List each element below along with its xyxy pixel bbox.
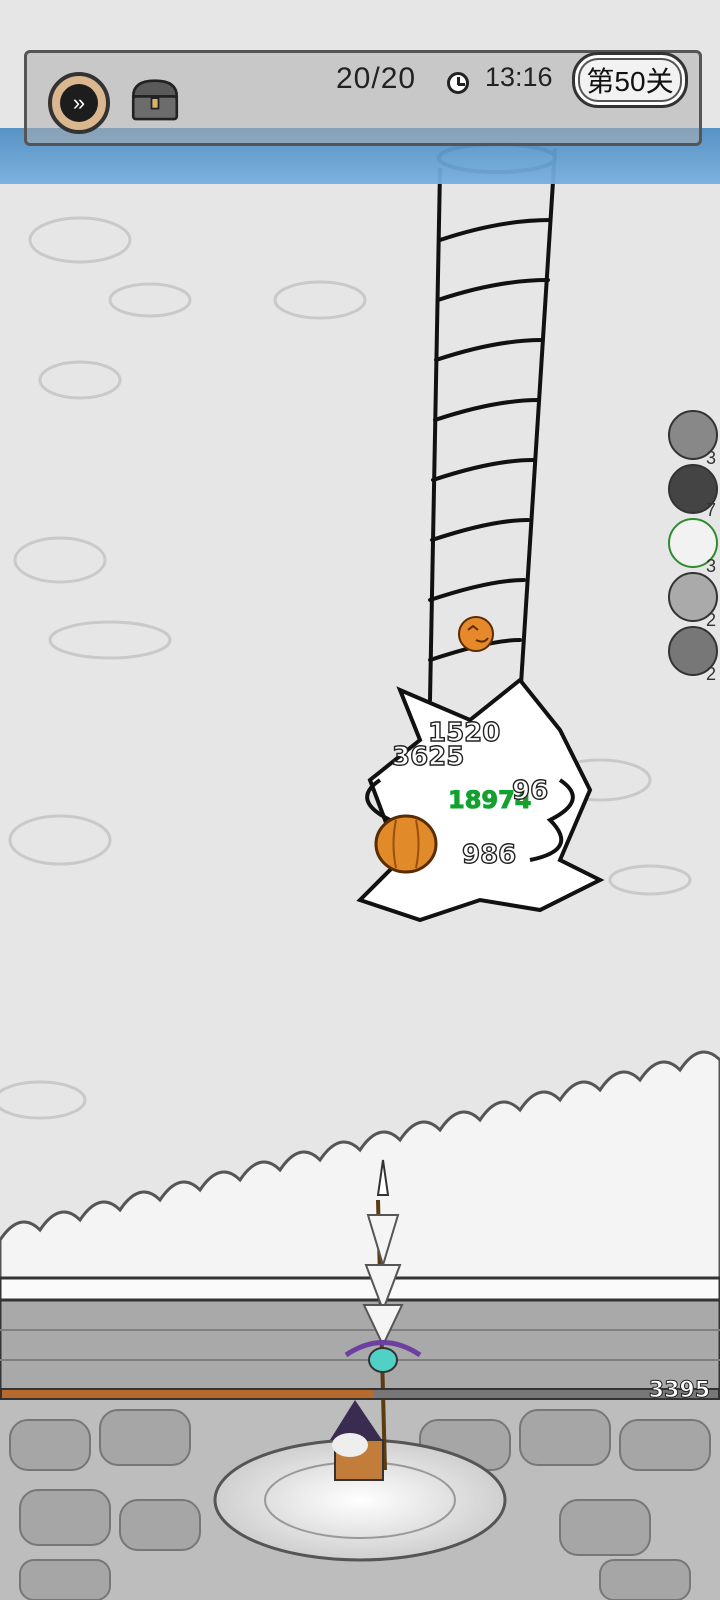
base-hp-value: 3395 [648,1378,710,1404]
wave-counter: 20/20 [336,62,417,95]
skill-count: 3 [706,448,717,468]
fast-forward-icon: » [60,84,98,122]
pumpkin-enemy-1 [458,616,494,652]
skill-count: 3 [706,556,717,576]
treasure-chest-icon [131,79,179,121]
clock-icon [447,72,469,94]
pumpkin-enemy-2 [374,814,438,874]
skill-count: 2 [706,664,717,684]
game-scene [0,0,720,1600]
skill-count: 2 [706,610,717,630]
treasure-chest-button[interactable] [128,72,182,126]
damage-number: 986 [461,839,517,870]
fast-forward-button[interactable]: » [48,72,110,134]
countdown-timer: 13:16 [485,62,553,92]
damage-number: 96 [511,775,549,806]
damage-number: 3625 [391,741,465,772]
skill-count: 7 [706,500,717,520]
level-badge: 第50关 [572,52,688,108]
base-hp-fill [2,1390,374,1398]
